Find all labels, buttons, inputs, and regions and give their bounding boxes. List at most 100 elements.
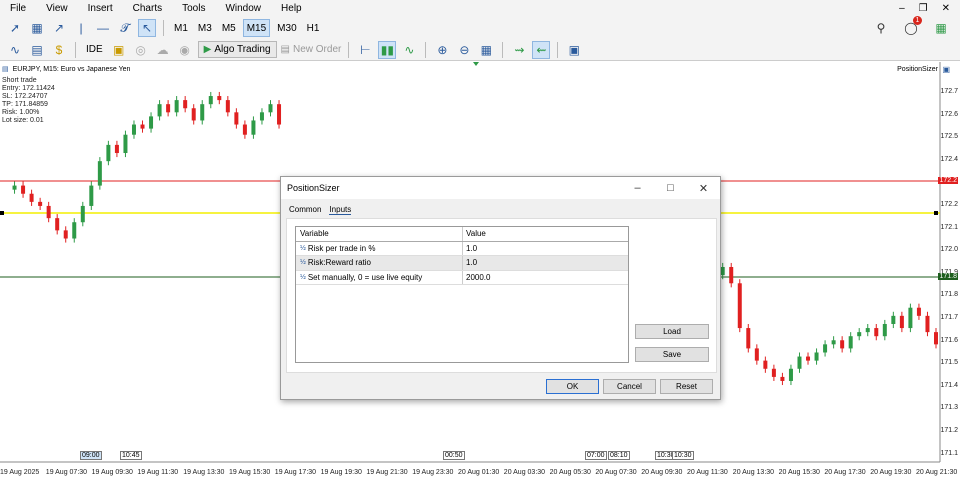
entry-handle[interactable] [934, 211, 938, 215]
candle-body [89, 185, 94, 206]
minimize-icon[interactable]: – [899, 3, 905, 14]
indicators-icon[interactable]: ∿ [6, 41, 24, 59]
algo-trading-button[interactable]: ▶ Algo Trading [197, 41, 277, 58]
menu-charts[interactable]: Charts [123, 3, 172, 14]
cursor-icon[interactable]: ↖ [138, 19, 156, 37]
bar-chart-icon[interactable]: ⊢ [356, 41, 374, 59]
candle-body [916, 307, 921, 316]
menu-insert[interactable]: Insert [78, 3, 123, 14]
dialog-tabs: Common Inputs [289, 205, 352, 215]
chart-shift-marker[interactable] [473, 62, 479, 66]
candle-body [123, 134, 128, 154]
load-button[interactable]: Load [635, 324, 709, 339]
table-row[interactable]: ½ Risk per trade in % 1.0 [296, 241, 628, 256]
position-sizer-label[interactable]: PositionSizer [897, 66, 938, 73]
entry-handle[interactable] [0, 211, 4, 215]
menu-window[interactable]: Window [215, 3, 271, 14]
info-line: Lot size: 0.01 [2, 117, 44, 124]
market-icon[interactable]: $ [50, 41, 68, 59]
autoscroll-icon[interactable]: ⇝ [510, 41, 528, 59]
lock-icon[interactable]: ▣ [110, 41, 128, 59]
candle-body [63, 230, 68, 239]
candle-body [131, 124, 136, 135]
ok-button[interactable]: OK [546, 379, 599, 394]
position-sizer-icon[interactable]: ▣ [942, 65, 950, 74]
maximize-icon[interactable]: □ [654, 182, 687, 195]
screenshot-icon[interactable]: ▣ [565, 41, 583, 59]
restore-icon[interactable]: ❐ [919, 3, 928, 14]
price-label: 172.1 [940, 223, 958, 231]
play-icon: ▶ [203, 44, 212, 55]
table-row[interactable]: ½ Risk:Reward ratio 1.0 [296, 256, 628, 271]
header-value: Value [466, 229, 486, 239]
grid-icon[interactable]: ▦ [477, 41, 495, 59]
candle-body [268, 104, 273, 113]
save-button[interactable]: Save [635, 347, 709, 362]
time-label: 19 Aug 17:30 [274, 469, 317, 476]
row-value[interactable]: 1.0 [463, 258, 477, 267]
time-label: 19 Aug 09:30 [91, 469, 133, 476]
time-label: 19 Aug 07:30 [45, 469, 88, 476]
zoom-in-icon[interactable]: ⊕ [433, 41, 451, 59]
candle-body [720, 267, 725, 276]
channel-icon[interactable]: ▦ [28, 19, 46, 37]
tf-h1[interactable]: H1 [304, 19, 323, 37]
candle-body [157, 104, 162, 117]
cancel-button[interactable]: Cancel [603, 379, 656, 394]
new-order-button[interactable]: ▤ New Order [281, 44, 342, 55]
menu-help[interactable]: Help [271, 3, 312, 14]
chart-templates-icon[interactable]: ▤ [28, 41, 46, 59]
tf-m15[interactable]: M15 [242, 19, 271, 37]
price-label: 172.4 [940, 155, 958, 163]
ide-button[interactable]: IDE [83, 41, 106, 59]
time-marker: 09:00 [80, 451, 102, 460]
chart-shift-icon[interactable]: ⇜ [532, 40, 551, 59]
search-icon[interactable]: ⚲ [872, 19, 890, 37]
notification-count: 1 [913, 16, 922, 25]
menu-tools[interactable]: Tools [172, 3, 215, 14]
minimize-icon[interactable]: – [621, 182, 654, 195]
double-type-icon: ½ [300, 259, 306, 267]
row-value[interactable]: 1.0 [463, 244, 477, 253]
polyline-icon[interactable]: ↗ [50, 19, 68, 37]
price-label: 171.7 [940, 314, 958, 321]
price-label: 172.0 [940, 246, 958, 254]
tab-inputs[interactable]: Inputs [329, 205, 352, 215]
row-value[interactable]: 2000.0 [463, 273, 490, 282]
table-row[interactable]: ½ Set manually, 0 = use live equity 2000… [296, 270, 628, 285]
text-icon[interactable]: 𝓣 [116, 19, 134, 37]
menu-view[interactable]: View [36, 3, 78, 14]
candlestick-icon[interactable]: ▮▮ [378, 40, 397, 59]
cloud-icon[interactable]: ☁ [154, 41, 172, 59]
menu-file[interactable]: File [0, 3, 36, 14]
tab-common[interactable]: Common [289, 205, 321, 215]
reset-button[interactable]: Reset [660, 379, 713, 394]
price-label: 172.6 [940, 110, 958, 118]
signal-icon[interactable]: ▦ [932, 19, 950, 37]
zoom-out-icon[interactable]: ⊖ [455, 41, 473, 59]
horizontal-line-icon[interactable]: — [94, 19, 112, 37]
candle-body [217, 96, 222, 101]
trendline-icon[interactable]: ➚ [6, 19, 24, 37]
tf-m3[interactable]: M3 [195, 19, 215, 37]
tf-m1[interactable]: M1 [171, 19, 191, 37]
candle-body [754, 348, 759, 361]
tf-m5[interactable]: M5 [219, 19, 239, 37]
fingerprint-icon[interactable]: ◉ [176, 41, 194, 59]
vertical-line-icon[interactable]: | [72, 19, 90, 37]
tf-m30[interactable]: M30 [274, 19, 299, 37]
grid-header: Variable Value [296, 227, 628, 242]
candle-body [806, 356, 811, 361]
candle-body [46, 205, 51, 219]
time-label: 19 Aug 23:30 [412, 469, 454, 476]
line-chart-icon[interactable]: ∿ [400, 41, 418, 59]
header-variable: Variable [296, 227, 463, 241]
close-icon[interactable]: ✕ [687, 182, 720, 195]
notifications-icon[interactable]: ◯ 1 [902, 16, 922, 37]
take-profit-price-tag: 171.8 [938, 273, 958, 280]
close-icon[interactable]: ✕ [942, 3, 950, 14]
candle-body [771, 368, 776, 377]
candle-body [857, 332, 862, 337]
candle-body [763, 360, 768, 369]
radio-icon[interactable]: ◎ [132, 41, 150, 59]
